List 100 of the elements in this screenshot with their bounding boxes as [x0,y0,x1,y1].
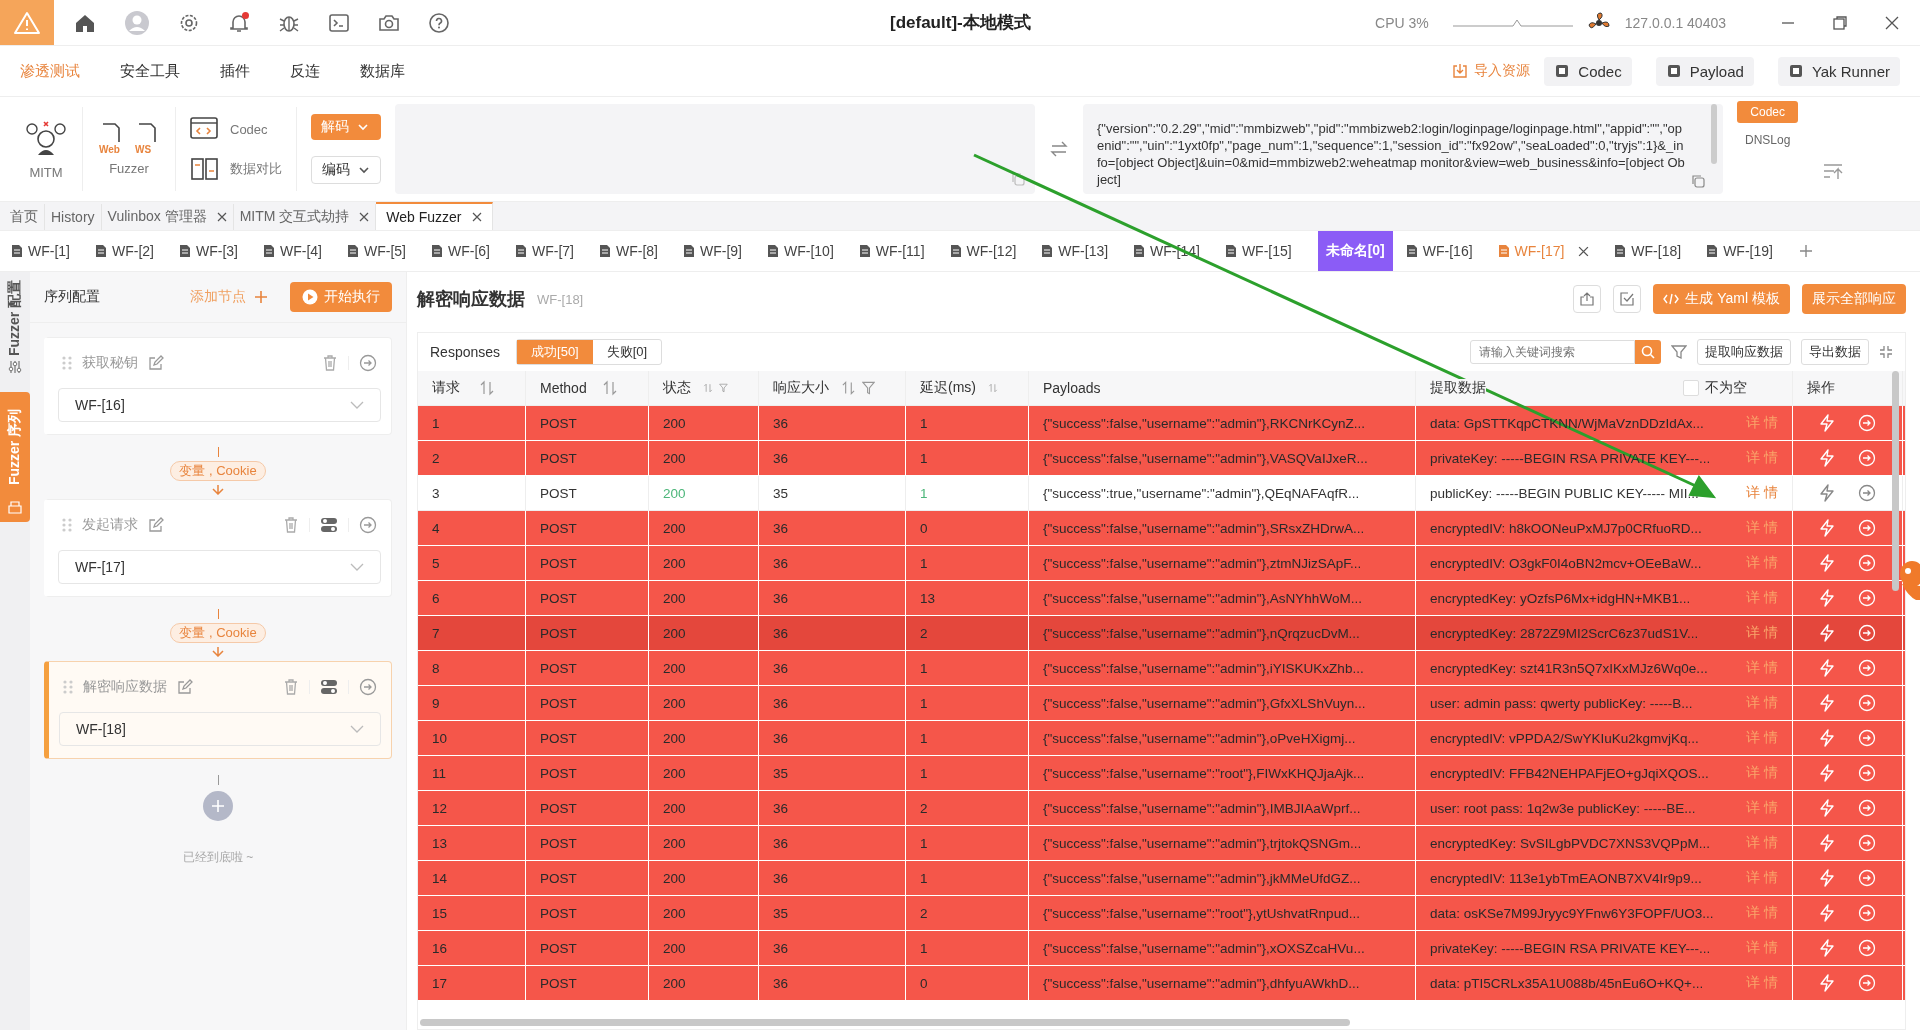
lightning-icon[interactable] [1818,659,1835,677]
search-field[interactable]: 请输入关键词搜索 [1470,340,1635,364]
request-tab[interactable]: WF-[10] [768,231,860,271]
scrollbar[interactable] [1892,371,1899,591]
close-icon[interactable] [216,212,227,222]
tool-button[interactable]: Codec [1544,56,1632,86]
filter-icon[interactable] [861,381,875,395]
close-icon[interactable] [1578,245,1590,257]
arrow-circle-icon[interactable] [359,516,377,534]
table-row[interactable]: 4 POST 200 36 0 {"success":false,"username":"admin"},SRsxZHDrwA... encryptedIV: h8kOONeuPxMJ7p0CRfuoRD... 详 情 [418,511,1905,546]
search-button[interactable] [1635,340,1661,364]
menu-item[interactable]: 渗透测试 [20,61,80,81]
code-window-icon[interactable] [190,116,220,142]
table-row[interactable]: 14 POST 200 36 1 {"success":false,"username":"admin"},jkMMeUfdGZ... encryptedIV: 113e1ybTmEAONB7XV4Ir9p9... 详 情 [418,861,1905,896]
table-row[interactable]: 10 POST 200 36 1 {"success":false,"username":"admin"},oPveHXigmj... encryptedIV: vPPDA2/SwYKIuKu2kgmvjKq... 详 情 [418,721,1905,756]
tool-label[interactable]: 数据对比 [230,160,282,178]
lightning-icon[interactable] [1818,624,1835,642]
codec-tab[interactable]: DNSLog [1737,129,1799,151]
trash-icon[interactable] [283,517,299,533]
checkbox[interactable] [1683,380,1699,396]
page-tab[interactable]: 首页 [4,204,45,230]
sort-icon[interactable] [1822,163,1845,181]
filter-icon[interactable] [1671,344,1687,360]
share-button[interactable] [1573,285,1602,313]
side-panel-tab[interactable]: Fuzzer 序列 [0,392,30,522]
request-tab[interactable]: WF-[1] [12,231,96,271]
filter-tab[interactable]: 失败[0] [592,340,662,364]
table-row[interactable]: 8 POST 200 36 1 {"success":false,"username":"admin"},iYISKUKxZhb... encryptedKey: szt41R3n5Q7xIKxMJz6Wq0e... 详 情 [418,651,1905,686]
request-tab[interactable]: WF-[6] [432,231,516,271]
scrollbar[interactable] [1711,104,1717,164]
drag-handle-icon[interactable] [62,518,72,532]
collapse-icon[interactable] [1879,345,1893,359]
app-logo[interactable] [0,0,54,45]
add-node-icon[interactable] [203,791,233,821]
codec-tab[interactable]: Codec [1737,101,1799,123]
request-tab[interactable]: WF-[9] [684,231,768,271]
toggle-icon[interactable] [320,517,338,533]
action-button[interactable]: 导出数据 [1801,339,1869,365]
target-select[interactable]: WF-[17] [58,550,381,584]
request-tab[interactable]: WF-[2] [96,231,180,271]
help-icon[interactable] [428,11,450,34]
table-row[interactable]: 13 POST 200 36 1 {"success":false,"username":"admin"},trjtokQSNGm... encryptedKey: SvSILgbPVDC7XNS3VQPpM... 详 情 [418,826,1905,861]
table-row[interactable]: 5 POST 200 36 1 {"success":false,"username":"admin"},ztmNJizSApF... encryptedIV: O3gkF0I4oBN2mcv+OEeBaW... 详 情 [418,546,1905,581]
sort-icon[interactable] [479,380,495,396]
arrow-circle-icon[interactable] [1858,484,1877,502]
request-tab[interactable]: WF-[3] [180,231,264,271]
lightning-icon[interactable] [1818,589,1835,607]
side-panel-tab[interactable]: Fuzzer 配置 [0,272,30,382]
drag-handle-icon[interactable] [62,356,72,370]
add-tab-icon[interactable] [1798,244,1813,258]
close-icon[interactable] [1884,14,1900,31]
scrollbar[interactable] [420,1018,1350,1026]
action-button[interactable]: 提取响应数据 [1697,339,1791,365]
sort-icon[interactable] [602,380,618,396]
filter-tab[interactable]: 成功[50] [517,340,593,364]
edit-icon[interactable] [148,517,164,533]
tool-label[interactable]: Codec [230,121,268,137]
request-tab[interactable]: WF-[12] [950,231,1043,271]
swap-icon[interactable] [1049,141,1069,157]
sequence-node[interactable]: 发起请求 WF-[17] [44,499,392,597]
request-tab[interactable]: WF-[11] [859,231,951,271]
menu-item[interactable]: 插件 [220,61,250,81]
lightning-icon[interactable] [1818,834,1835,852]
arrow-circle-icon[interactable] [359,354,377,372]
lightning-icon[interactable] [1818,869,1835,887]
decode-dropdown[interactable]: 解码 [311,114,381,140]
trash-icon[interactable] [322,355,338,371]
lightning-icon[interactable] [1818,554,1835,572]
lightning-icon[interactable] [1818,484,1835,502]
tool-button[interactable]: Payload [1655,56,1754,86]
close-icon[interactable] [359,212,370,222]
target-select[interactable]: WF-[18] [59,712,381,746]
import-link[interactable]: 导入资源 [1452,62,1531,80]
request-tab[interactable]: WF-[18] [1615,231,1708,271]
lightning-icon[interactable] [1818,799,1835,817]
lightning-icon[interactable] [1818,974,1835,992]
tab-group-label[interactable]: 未命名[0] [1317,231,1393,271]
table-row[interactable]: 17 POST 200 36 0 {"success":false,"username":"admin"},dhfyuAWkhD... data: pTI5CRLx35A1U088b/45nEu6O+KQ+... 详 情 [418,966,1905,1001]
codec-input-field[interactable] [395,104,1035,194]
trash-icon[interactable] [283,679,299,695]
lightning-icon[interactable] [1818,414,1835,432]
show-all-button[interactable]: 展示全部响应 [1802,284,1906,314]
request-tab[interactable]: WF-[16] [1406,231,1499,271]
copy-icon[interactable] [1691,174,1705,188]
encode-dropdown[interactable]: 编码 [311,156,381,184]
lightning-icon[interactable] [1818,449,1835,467]
sequence-node[interactable]: 解密响应数据 WF-[18] [44,661,392,759]
lightning-icon[interactable] [1818,694,1835,712]
edit-icon[interactable] [148,355,164,371]
table-row[interactable]: 16 POST 200 36 1 {"success":false,"username":"admin"},xOXSZcaHVu... privateKey: -----BEGIN RSA PRIVATE KEY---... 详 情 [418,931,1905,966]
run-button[interactable]: 开始执行 [290,282,392,312]
lightning-icon[interactable] [1818,904,1835,922]
table-row[interactable]: 12 POST 200 36 2 {"success":false,"username":"admin"},IMBJIAaWprf... user: root pass: 1q2w3e publicKey: -----BE... 详 情 [418,791,1905,826]
drag-handle-icon[interactable] [63,680,73,694]
request-tab[interactable]: WF-[15] [1225,231,1318,271]
compare-icon[interactable] [190,156,220,182]
table-row[interactable]: 7 POST 200 36 2 {"success":false,"username":"admin"},nQrqzucDvM... encryptedKey: 2872Z9MI2ScrC6z37udS1V... 详 情 [418,616,1905,651]
request-tab[interactable]: WF-[17] [1498,231,1616,271]
target-select[interactable]: WF-[16] [58,388,381,422]
close-icon[interactable] [471,212,482,222]
